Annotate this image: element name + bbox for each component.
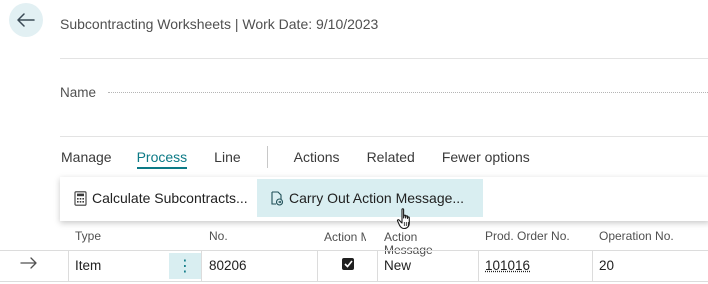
menu-related[interactable]: Related	[367, 149, 415, 165]
menu-line[interactable]: Line	[214, 149, 240, 165]
carry-out-action-message-label: Carry Out Action Message...	[289, 190, 465, 206]
process-menu-dropdown: Calculate Subcontracts... Carry Out Acti…	[60, 177, 708, 221]
cell-prod-order-no[interactable]: 101016	[485, 258, 530, 273]
checkmark-icon	[343, 255, 353, 273]
column-prod-order-no[interactable]: Prod. Order No.	[485, 229, 570, 243]
column-operation-no[interactable]: Operation No.	[599, 229, 674, 243]
grid-col-line	[317, 251, 318, 281]
name-field[interactable]	[108, 92, 708, 93]
grid-col-line	[201, 251, 202, 281]
action-bar-separator	[266, 146, 268, 168]
hand-cursor-icon	[396, 207, 416, 236]
column-type[interactable]: Type	[75, 229, 101, 243]
menu-actions[interactable]: Actions	[294, 149, 340, 165]
name-label: Name	[60, 85, 97, 100]
fields-divider	[60, 136, 708, 137]
column-accept-action-message[interactable]: Action Mess...	[324, 230, 366, 244]
grid-col-line	[68, 251, 69, 281]
action-bar: Manage Process Line Actions Related Fewe…	[61, 146, 530, 169]
calculate-subcontracts-label: Calculate Subcontracts...	[92, 190, 248, 206]
grid-col-line	[377, 251, 378, 281]
back-button[interactable]	[9, 3, 43, 37]
menu-process[interactable]: Process	[136, 149, 187, 169]
column-no[interactable]: No.	[209, 229, 228, 243]
grid-col-line	[478, 251, 479, 281]
accept-action-message-checkbox[interactable]	[342, 258, 354, 270]
grid-header-line	[0, 250, 708, 251]
fewer-options-button[interactable]: Fewer options	[442, 149, 530, 165]
arrow-left-icon	[17, 13, 35, 27]
cell-type[interactable]: Item	[75, 258, 101, 273]
calculator-icon	[74, 190, 87, 206]
grid-col-line	[592, 251, 593, 281]
carry-out-action-message-item[interactable]: Carry Out Action Message...	[257, 179, 483, 217]
more-vertical-icon: ⋮	[177, 258, 193, 275]
menu-manage[interactable]: Manage	[61, 149, 112, 165]
calculate-subcontracts-item[interactable]: Calculate Subcontracts...	[66, 179, 264, 217]
row-menu-button[interactable]: ⋮	[169, 253, 201, 279]
cell-action-message[interactable]: New	[384, 258, 411, 273]
header-divider	[60, 58, 708, 59]
row-arrow-icon	[20, 256, 38, 275]
cell-operation-no[interactable]: 20	[599, 258, 614, 273]
grid-row-line	[0, 281, 708, 282]
cell-no[interactable]: 80206	[209, 258, 247, 273]
document-action-icon	[270, 190, 284, 206]
page-title: Subcontracting Worksheets | Work Date: 9…	[60, 16, 379, 32]
